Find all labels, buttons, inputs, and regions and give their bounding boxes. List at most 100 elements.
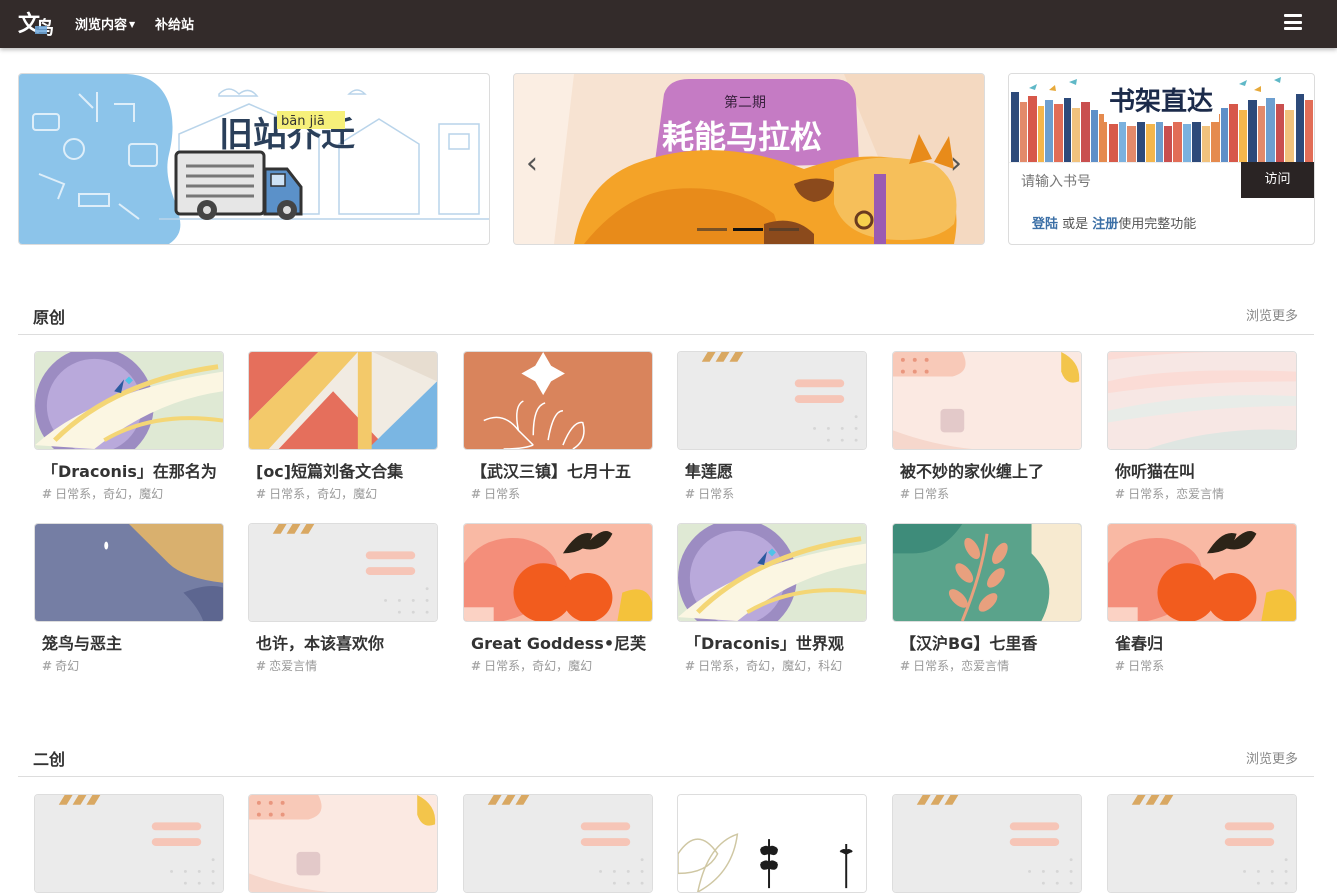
bookshelf-panel: 书架直达 访问 登陆 或是 注册使用完整功能 [1008,73,1315,245]
section-divider [18,776,1314,777]
top-navbar: 文 鸟 浏览内容▼ 补给站 [0,0,1337,48]
book-number-input[interactable] [1009,162,1241,198]
book-title[interactable]: 【汉沪BG】七里香 [900,630,1082,654]
section-more-original[interactable]: 浏览更多 [1246,305,1298,324]
nav-browse-dropdown[interactable]: 浏览内容 ▼ [75,14,135,33]
book-title[interactable]: 你听猫在叫 [1115,458,1297,482]
section-title-derivative: 二创 [33,750,66,769]
book-title[interactable]: 「Draconis」在那名为 [42,458,224,482]
book-title[interactable]: 雀春归 [1115,630,1297,654]
book-tags-text: 奇幻 [55,659,80,673]
book-title[interactable]: 也许，本该喜欢你 [256,630,438,654]
book-tags-text: 日常系 [913,487,950,501]
section-title-original: 原创 [33,308,66,327]
hashtag-icon: # [42,487,53,501]
nav-supply-link[interactable]: 补给站 [155,14,194,33]
book-tags-text: 日常系，恋爱言情 [913,659,1010,673]
book-tags-text: 日常系，奇幻，魔幻，科幻 [698,659,843,673]
carousel-indicators [697,216,805,235]
book-cover-image[interactable] [463,523,653,622]
hashtag-icon: # [1115,487,1126,501]
book-tags: # 日常系，恋爱言情 [900,657,1009,674]
svg-text:书架直达: 书架直达 [1109,87,1213,117]
book-title[interactable]: 笼鸟与恶主 [42,630,224,654]
book-cover-image[interactable] [34,794,224,893]
book-tags-text: 日常系，奇幻，魔幻 [55,487,164,501]
book-cover-image[interactable] [892,794,1082,893]
book-cover-image[interactable] [34,351,224,450]
hashtag-icon: # [900,487,911,501]
book-tags: # 日常系 [1115,657,1164,674]
book-title[interactable]: 【武汉三镇】七月十五 [471,458,653,482]
book-cover-image[interactable] [1107,794,1297,893]
site-logo[interactable]: 文 鸟 [18,6,58,40]
login-or-text: 或是 [1058,217,1093,232]
menu-icon[interactable] [1284,14,1302,30]
book-cover-image[interactable] [892,351,1082,450]
book-cover-image[interactable] [1107,523,1297,622]
book-cover-image[interactable] [463,351,653,450]
book-tags-text: 日常系，奇幻，魔幻 [269,487,378,501]
hashtag-icon: # [900,659,911,673]
register-link[interactable]: 注册 [1092,217,1118,232]
book-title[interactable]: 「Draconis」世界观 [685,630,867,654]
book-tags: # 日常系 [685,485,734,502]
section-divider [18,334,1314,335]
banner-site-move[interactable]: 旧站乔迁 bān jiā [18,73,490,245]
banner-carousel[interactable]: 第二期 耗能马拉松 ‹ › [513,73,985,245]
book-title[interactable]: Great Goddess•尼芙 [471,630,653,654]
caret-down-icon: ▼ [129,20,136,29]
login-prompt: 登陆 或是 注册使用完整功能 [1032,213,1196,232]
visit-button[interactable]: 访问 [1241,162,1314,198]
svg-text:bān jiā: bān jiā [281,114,325,129]
svg-text:耗能马拉松: 耗能马拉松 [662,118,822,156]
svg-text:第二期: 第二期 [724,94,766,111]
hashtag-icon: # [42,659,53,673]
book-title[interactable]: 隼莲愿 [685,458,867,482]
book-tags: # 日常系，恋爱言情 [1115,485,1224,502]
carousel-dot[interactable] [769,228,799,231]
carousel-dot[interactable] [697,228,727,231]
book-cover-image[interactable] [677,794,867,893]
book-tags: # 日常系 [900,485,949,502]
hashtag-icon: # [256,487,267,501]
hashtag-icon: # [471,659,482,673]
hashtag-icon: # [256,659,267,673]
book-tags: # 日常系 [471,485,520,502]
book-tags-text: 日常系，恋爱言情 [1128,487,1225,501]
book-cover-image[interactable] [248,794,438,893]
book-tags: # 日常系，奇幻，魔幻 [256,485,377,502]
book-tags-text: 日常系 [484,487,521,501]
truck-icon [174,150,303,220]
login-suffix-text: 使用完整功能 [1118,217,1197,232]
book-cover-image[interactable] [34,523,224,622]
book-tags-text: 恋爱言情 [269,659,318,673]
book-cover-image[interactable] [248,523,438,622]
carousel-dot-active[interactable] [733,228,763,231]
book-tags-text: 日常系，奇幻，魔幻 [484,659,593,673]
nav-browse-label: 浏览内容 [75,18,128,33]
book-tags: # 奇幻 [42,657,79,674]
book-tags: # 日常系，奇幻，魔幻 [471,657,592,674]
hashtag-icon: # [685,659,696,673]
hashtag-icon: # [471,487,482,501]
carousel-prev-arrow[interactable]: ‹ [526,146,538,181]
book-tags: # 日常系，奇幻，魔幻 [42,485,163,502]
book-tags-text: 日常系 [698,487,735,501]
carousel-next-arrow[interactable]: › [950,146,962,181]
hashtag-icon: # [1115,659,1126,673]
section-more-derivative[interactable]: 浏览更多 [1246,748,1298,767]
book-cover-image[interactable] [1107,351,1297,450]
book-title[interactable]: 被不妙的家伙缠上了 [900,458,1082,482]
login-link[interactable]: 登陆 [1032,217,1058,232]
book-cover-image[interactable] [248,351,438,450]
book-tags-text: 日常系 [1128,659,1165,673]
book-cover-image[interactable] [677,351,867,450]
book-tags: # 恋爱言情 [256,657,317,674]
book-cover-image[interactable] [677,523,867,622]
book-title[interactable]: [oc]短篇刘备文合集 [256,458,438,482]
book-cover-image[interactable] [463,794,653,893]
hashtag-icon: # [685,487,696,501]
book-tags: # 日常系，奇幻，魔幻，科幻 [685,657,842,674]
book-cover-image[interactable] [892,523,1082,622]
